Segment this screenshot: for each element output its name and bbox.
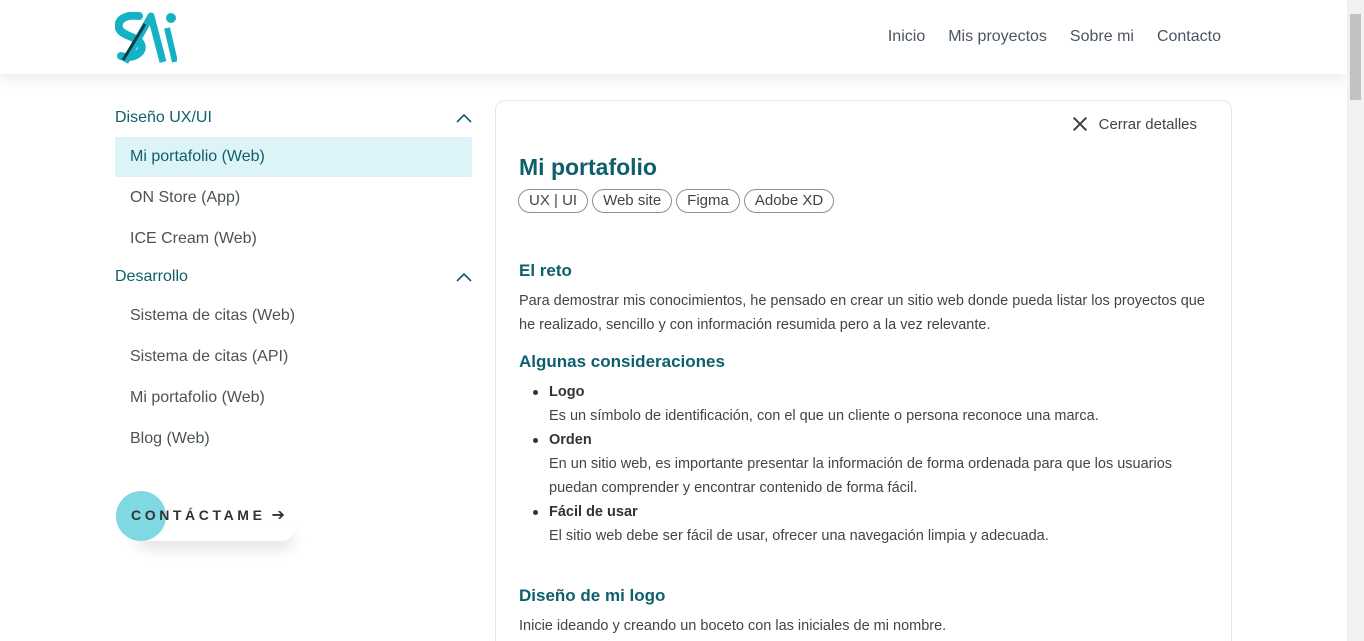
arrow-right-icon: ➔ <box>271 507 285 524</box>
project-tags: UX | UI Web site Figma Adobe XD <box>518 189 835 213</box>
challenge-heading: El reto <box>519 261 572 280</box>
main-nav: Inicio Mis proyectos Sobre mi Contacto <box>888 28 1221 46</box>
sidebar-group-desarrollo: Desarrollo Sistema de citas (Web) Sistem… <box>115 259 472 459</box>
sidebar-group-label: Diseño UX/UI <box>115 109 212 126</box>
sidebar-group-label: Desarrollo <box>115 268 188 285</box>
close-icon <box>1071 115 1089 133</box>
sidebar-item-sistema-citas-api[interactable]: Sistema de citas (API) <box>115 337 472 377</box>
list-item: Fácil de usar El sitio web debe ser fáci… <box>519 500 1209 548</box>
sidebar-item-mi-portafolio-web[interactable]: Mi portafolio (Web) <box>115 137 472 177</box>
nav-link-inicio[interactable]: Inicio <box>888 28 925 46</box>
scrollbar-thumb[interactable] <box>1350 14 1361 100</box>
list-item-text: El sitio web debe ser fácil de usar, ofr… <box>549 528 1049 544</box>
tag: UX | UI <box>518 189 589 213</box>
challenge-text: Para demostrar mis conocimientos, he pen… <box>519 293 1205 333</box>
considerations-list: Logo Es un símbolo de identificación, co… <box>519 380 1209 548</box>
tag: Adobe XD <box>743 189 835 213</box>
nav-link-contacto[interactable]: Contacto <box>1157 28 1221 46</box>
sidebar-item-sistema-citas-web[interactable]: Sistema de citas (Web) <box>115 296 472 336</box>
chevron-up-icon <box>456 113 472 123</box>
tag: Web site <box>592 189 673 213</box>
brand-logo[interactable] <box>115 12 177 64</box>
nav-link-mis-proyectos[interactable]: Mis proyectos <box>948 28 1047 46</box>
list-item-title: Fácil de usar <box>549 504 638 520</box>
site-header: Inicio Mis proyectos Sobre mi Contacto <box>0 0 1347 74</box>
page-scrollbar[interactable] <box>1347 0 1364 641</box>
sidebar-group-title-ux[interactable]: Diseño UX/UI <box>115 100 472 136</box>
chevron-up-icon <box>456 272 472 282</box>
sidebar-group-ux: Diseño UX/UI Mi portafolio (Web) ON Stor… <box>115 100 472 259</box>
project-detail-card: Cerrar detalles Mi portafolio UX | UI We… <box>495 100 1232 641</box>
sidebar-group-title-desarrollo[interactable]: Desarrollo <box>115 259 472 295</box>
considerations-heading: Algunas consideraciones <box>519 352 725 371</box>
list-item-title: Orden <box>549 432 592 448</box>
projects-sidebar: Diseño UX/UI Mi portafolio (Web) ON Stor… <box>115 100 472 459</box>
close-details-label: Cerrar detalles <box>1098 115 1197 133</box>
sidebar-item-blog-web[interactable]: Blog (Web) <box>115 419 472 459</box>
logo-design-text: Inicie ideando y creando un boceto con l… <box>519 618 947 634</box>
list-item: Orden En un sitio web, es importante pre… <box>519 428 1209 500</box>
list-item-text: Es un símbolo de identificación, con el … <box>549 408 1099 424</box>
list-item-text: En un sitio web, es importante presentar… <box>549 456 1173 496</box>
nav-link-sobre-mi[interactable]: Sobre mi <box>1070 28 1134 46</box>
logo-design-heading: Diseño de mi logo <box>519 586 666 605</box>
contact-me-label: CONTÁCTAME <box>131 507 266 523</box>
contact-me-button[interactable]: CONTÁCTAME ➔ <box>115 489 295 541</box>
project-title: Mi portafolio <box>519 154 657 180</box>
tag: Figma <box>676 189 740 213</box>
close-details-button[interactable]: Cerrar detalles <box>1071 115 1197 133</box>
list-item-title: Logo <box>549 384 585 400</box>
sidebar-item-on-store-app[interactable]: ON Store (App) <box>115 178 472 218</box>
sidebar-item-mi-portafolio-web-dev[interactable]: Mi portafolio (Web) <box>115 378 472 418</box>
list-item: Logo Es un símbolo de identificación, co… <box>519 380 1209 428</box>
sidebar-item-ice-cream-web[interactable]: ICE Cream (Web) <box>115 219 472 259</box>
